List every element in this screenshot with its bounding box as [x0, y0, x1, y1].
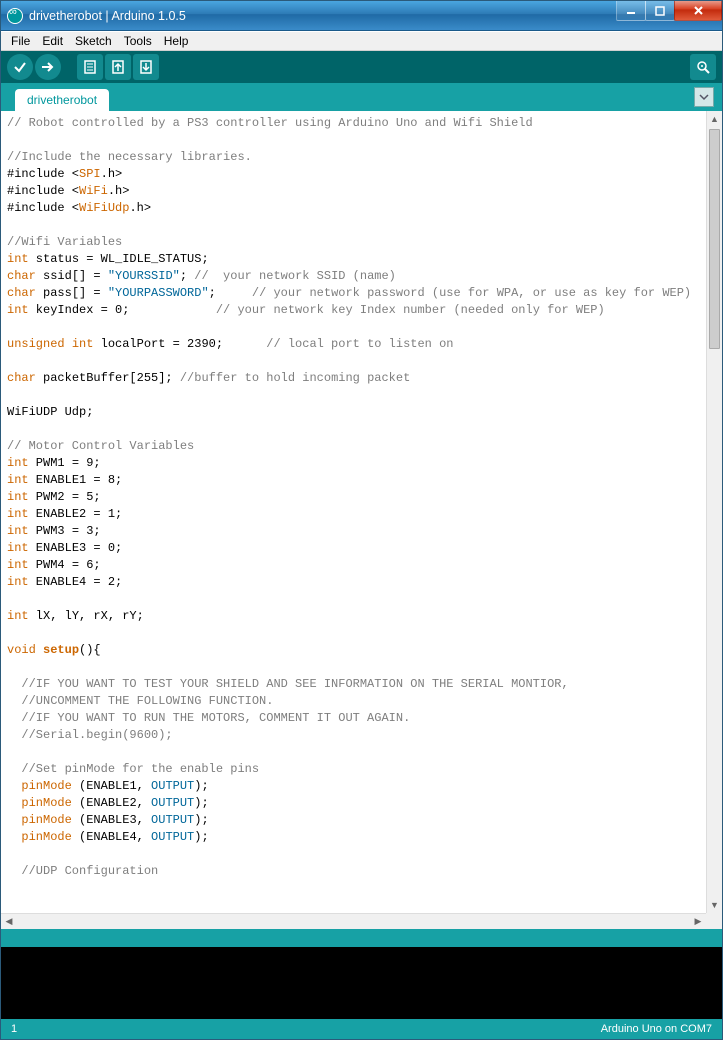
- close-button[interactable]: [674, 1, 722, 21]
- app-window: drivetherobot | Arduino 1.0.5 File Edit …: [0, 0, 723, 1040]
- file-icon: [82, 59, 98, 75]
- scroll-corner: [706, 913, 722, 929]
- serial-monitor-button[interactable]: [690, 54, 716, 80]
- arrow-right-icon: [40, 59, 56, 75]
- menu-tools[interactable]: Tools: [118, 33, 158, 49]
- console-output[interactable]: [1, 947, 722, 1019]
- menubar: File Edit Sketch Tools Help: [1, 31, 722, 51]
- status-line-number: 1: [11, 1023, 17, 1035]
- toolbar: [1, 51, 722, 83]
- magnifier-icon: [695, 59, 711, 75]
- vertical-scrollbar[interactable]: ▲ ▼: [706, 111, 722, 913]
- check-icon: [12, 59, 28, 75]
- window-controls: [617, 1, 722, 21]
- menu-sketch[interactable]: Sketch: [69, 33, 118, 49]
- tab-drivetherobot[interactable]: drivetherobot: [15, 89, 109, 111]
- titlebar[interactable]: drivetherobot | Arduino 1.0.5: [1, 1, 722, 31]
- save-button[interactable]: [133, 54, 159, 80]
- tab-label: drivetherobot: [27, 93, 97, 107]
- tab-menu-button[interactable]: [694, 87, 714, 107]
- scroll-thumb[interactable]: [709, 129, 720, 349]
- open-button[interactable]: [105, 54, 131, 80]
- arrow-up-icon: [110, 59, 126, 75]
- upload-button[interactable]: [35, 54, 61, 80]
- maximize-button[interactable]: [645, 1, 675, 21]
- menu-help[interactable]: Help: [158, 33, 195, 49]
- minimize-button[interactable]: [616, 1, 646, 21]
- scroll-left-arrow[interactable]: ◀: [1, 914, 17, 929]
- chevron-down-icon: [699, 92, 709, 102]
- arduino-app-icon: [7, 8, 23, 24]
- scroll-down-arrow[interactable]: ▼: [707, 897, 722, 913]
- code-editor: // Robot controlled by a PS3 controller …: [1, 111, 722, 929]
- tabbar: drivetherobot: [1, 83, 722, 111]
- arrow-down-icon: [138, 59, 154, 75]
- status-board-port: Arduino Uno on COM7: [601, 1023, 712, 1035]
- code-scroll[interactable]: // Robot controlled by a PS3 controller …: [1, 111, 706, 913]
- menu-edit[interactable]: Edit: [36, 33, 69, 49]
- horizontal-scrollbar[interactable]: ◀ ▶: [1, 913, 706, 929]
- console-drag-bar[interactable]: [1, 929, 722, 947]
- scroll-up-arrow[interactable]: ▲: [707, 111, 722, 127]
- verify-button[interactable]: [7, 54, 33, 80]
- window-title: drivetherobot | Arduino 1.0.5: [29, 9, 186, 23]
- code-content[interactable]: // Robot controlled by a PS3 controller …: [7, 115, 700, 880]
- scroll-right-arrow[interactable]: ▶: [690, 914, 706, 929]
- statusbar: 1 Arduino Uno on COM7: [1, 1019, 722, 1039]
- menu-file[interactable]: File: [5, 33, 36, 49]
- new-button[interactable]: [77, 54, 103, 80]
